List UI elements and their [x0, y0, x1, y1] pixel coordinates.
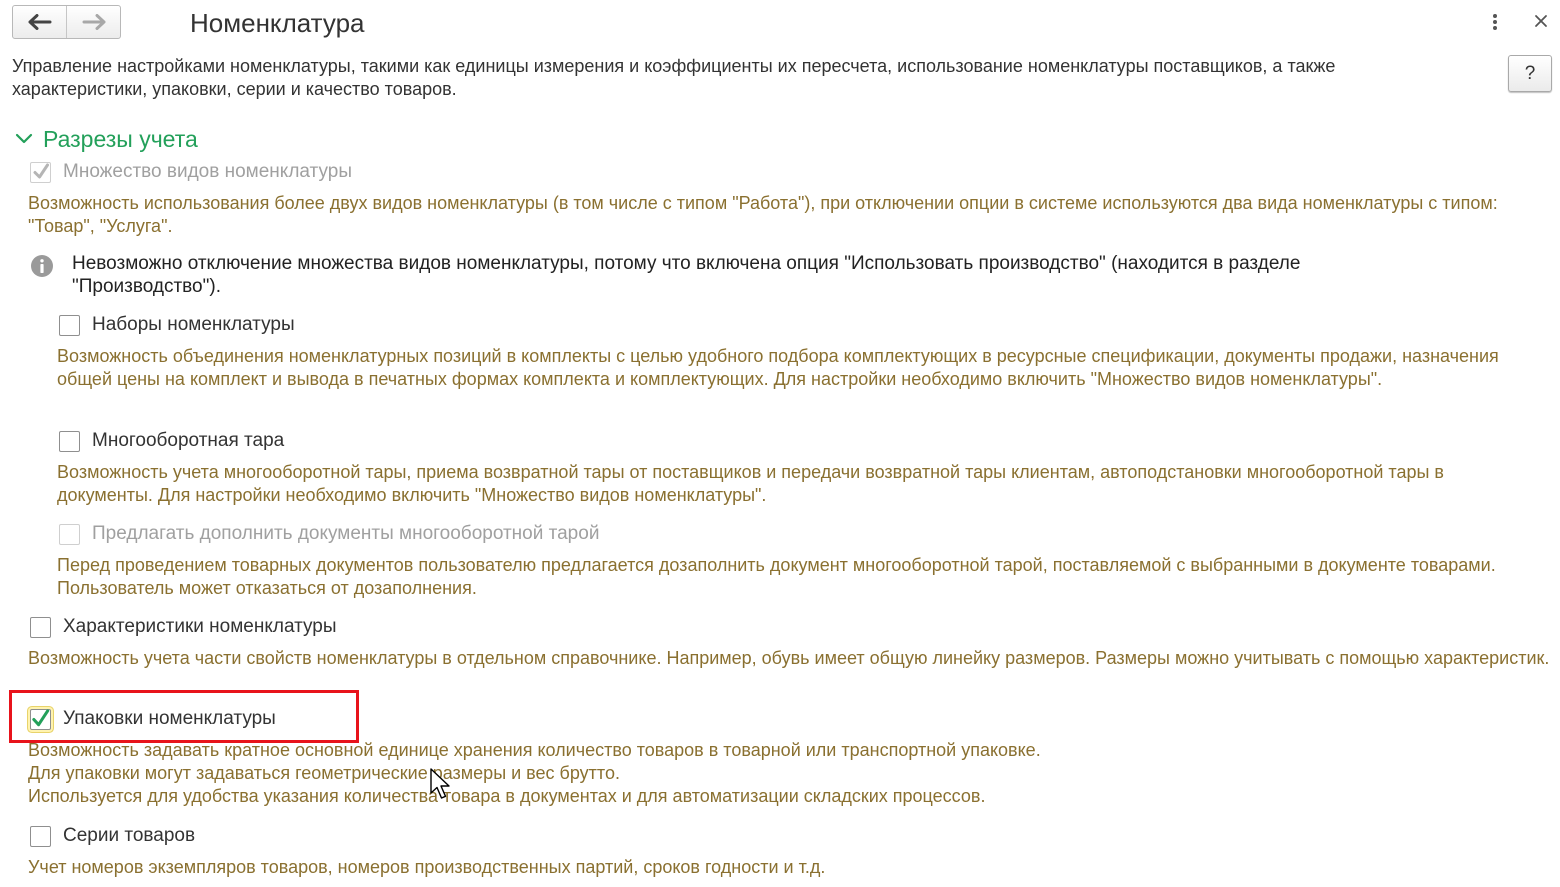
characteristics-label: Характеристики номенклатуры — [63, 616, 337, 637]
sets-checkbox[interactable] — [59, 314, 80, 336]
page-title: Номенклатура — [190, 8, 365, 38]
characteristics-checkbox[interactable] — [30, 616, 51, 638]
returnable-containers-label: Многооборотная тара — [92, 430, 285, 451]
multiple-kinds-hint: Возможность использования более двух вид… — [28, 193, 1498, 236]
series-checkbox[interactable] — [30, 825, 51, 847]
multiple-kinds-label: Множество видов номенклатуры — [63, 161, 352, 182]
mouse-cursor-icon — [430, 768, 450, 799]
back-button[interactable] — [13, 6, 66, 38]
info-icon — [31, 255, 53, 277]
packaging-label: Упаковки номенклатуры — [63, 708, 276, 729]
checkmark-icon — [33, 163, 49, 179]
option-sets: Наборы номенклатуры — [59, 313, 295, 337]
forward-button[interactable] — [66, 6, 120, 38]
checkmark-icon — [32, 709, 50, 727]
multiple-kinds-checkbox[interactable] — [30, 161, 51, 183]
sets-label: Наборы номенклатуры — [92, 314, 295, 335]
packaging-hint: Возможность задавать кратное основной ед… — [28, 739, 1528, 808]
option-offer-containers: Предлагать дополнить документы многообор… — [59, 522, 599, 546]
help-button[interactable]: ? — [1508, 55, 1552, 92]
packaging-hint-line: Возможность задавать кратное основной ед… — [28, 740, 1041, 760]
series-label: Серии товаров — [63, 825, 196, 846]
returnable-containers-checkbox[interactable] — [59, 430, 80, 452]
packaging-hint-line: Для упаковки могут задаваться геометриче… — [28, 763, 620, 783]
option-packaging: Упаковки номенклатуры — [30, 707, 276, 731]
arrow-left-icon — [28, 14, 51, 30]
option-multiple-kinds: Множество видов номенклатуры — [30, 160, 352, 184]
returnable-containers-hint: Возможность учета многооборотной тары, п… — [57, 462, 1444, 505]
option-characteristics: Характеристики номенклатуры — [30, 615, 337, 639]
offer-containers-hint: Перед проведением товарных документов по… — [57, 555, 1496, 598]
packaging-hint-line: Используется для удобства указания колич… — [28, 786, 986, 806]
packaging-checkbox[interactable] — [30, 708, 51, 730]
offer-containers-checkbox[interactable] — [59, 523, 80, 545]
close-icon[interactable] — [1530, 10, 1552, 32]
section-header[interactable]: Разрезы учета — [14, 124, 198, 154]
characteristics-hint: Возможность учета части свойств номенкла… — [28, 648, 1550, 668]
option-returnable-containers: Многооборотная тара — [59, 429, 284, 453]
offer-containers-label: Предлагать дополнить документы многообор… — [92, 523, 600, 544]
arrow-right-icon — [82, 14, 105, 30]
option-series: Серии товаров — [30, 824, 195, 848]
chevron-down-icon — [15, 133, 33, 144]
info-note: Невозможно отключение множества видов но… — [30, 252, 1362, 298]
page-description: Управление настройками номенклатуры, так… — [12, 56, 1336, 99]
navigation-buttons — [12, 5, 121, 39]
section-title: Разрезы учета — [43, 126, 198, 152]
series-hint: Учет номеров экземпляров товаров, номеро… — [28, 857, 826, 877]
more-vertical-icon[interactable] — [1487, 12, 1503, 32]
info-note-text: Невозможно отключение множества видов но… — [72, 253, 1301, 297]
sets-hint: Возможность объединения номенклатурных п… — [57, 346, 1499, 389]
